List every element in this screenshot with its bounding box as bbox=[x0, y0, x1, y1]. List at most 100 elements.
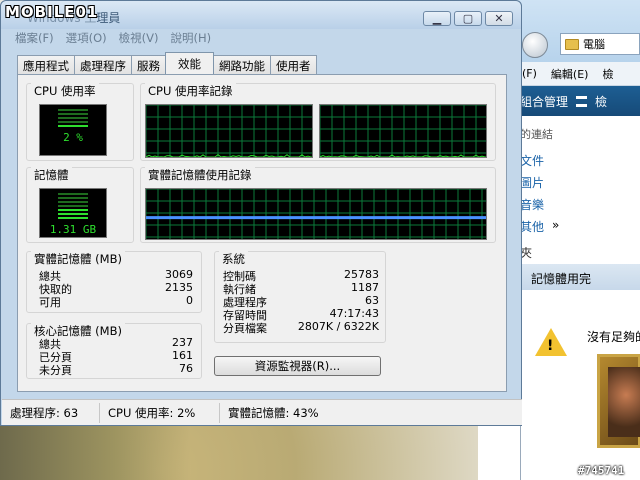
stat-row: 可用 0 bbox=[39, 294, 193, 309]
tab-networking[interactable]: 網路功能 bbox=[213, 55, 271, 74]
meter-segment bbox=[58, 209, 88, 211]
tab-processes[interactable]: 處理程序 bbox=[74, 55, 132, 74]
cpu-usage-label: CPU 使用率 bbox=[31, 83, 99, 99]
stat-value: 47:17:43 bbox=[329, 307, 379, 320]
wallpaper-thumbnail bbox=[597, 354, 640, 448]
more-chevron-icon[interactable]: » bbox=[552, 218, 559, 232]
close-button[interactable]: ✕ bbox=[485, 11, 513, 26]
stat-row: 已分頁 161 bbox=[39, 349, 193, 364]
folder-icon bbox=[565, 38, 579, 50]
tab-services[interactable]: 服務 bbox=[131, 55, 166, 74]
menu-help[interactable]: 說明(H) bbox=[170, 30, 211, 46]
menu-file[interactable]: 檔案(F) bbox=[15, 30, 54, 46]
status-memory: 實體記憶體: 43% bbox=[228, 405, 319, 420]
stat-value: 2807K / 6322K bbox=[297, 320, 379, 333]
memory-value: 1.31 GB bbox=[49, 223, 97, 236]
status-bar: 處理程序: 63 CPU 使用率: 2% 實體記憶體: 43% bbox=[2, 399, 522, 425]
stat-row: 控制碼 25783 bbox=[223, 268, 379, 283]
nav-link-more[interactable]: 其他 bbox=[520, 218, 544, 235]
stat-row: 分頁檔案 2807K / 6322K bbox=[223, 320, 379, 335]
out-of-memory-dialog[interactable]: 記憶體用完 ! 沒有足夠的 bbox=[520, 264, 640, 480]
cpu-history-graph-core1 bbox=[145, 104, 313, 158]
dialog-message: 沒有足夠的 bbox=[587, 330, 640, 344]
system-title: 系統 bbox=[219, 251, 248, 267]
cpu-history-group: CPU 使用率記錄 bbox=[140, 83, 496, 161]
explorer-menu-edit[interactable]: 編輯(E) bbox=[551, 66, 589, 82]
meter-segment bbox=[58, 197, 88, 199]
title-suffix: 理員 bbox=[96, 11, 121, 25]
minimize-icon: ▁ bbox=[432, 12, 442, 25]
back-button[interactable] bbox=[522, 32, 548, 58]
stat-row: 總共 237 bbox=[39, 336, 193, 351]
post-id-watermark: #745741 bbox=[578, 464, 625, 477]
stat-row: 未分頁 76 bbox=[39, 362, 193, 377]
memory-meter-bars bbox=[58, 193, 88, 221]
stat-value: 237 bbox=[172, 336, 193, 349]
thumbnail-image bbox=[608, 367, 640, 437]
menu-options[interactable]: 選項(O) bbox=[66, 30, 107, 46]
stat-label: 可用 bbox=[39, 296, 61, 309]
cpu-history-graph-core2 bbox=[319, 104, 487, 158]
views-label[interactable]: 檢 bbox=[595, 93, 607, 110]
explorer-menu-file[interactable]: (F) bbox=[522, 67, 537, 80]
stat-row: 處理程序 63 bbox=[223, 294, 379, 309]
minimize-button[interactable]: ▁ bbox=[423, 11, 451, 26]
dialog-title: 記憶體用完 bbox=[521, 264, 640, 290]
nav-link-music[interactable]: 音樂 bbox=[520, 196, 544, 213]
stat-value: 2135 bbox=[165, 281, 193, 294]
stat-value: 76 bbox=[179, 362, 193, 375]
mobile01-logo: MOBILE01 bbox=[5, 3, 99, 21]
memory-history-label: 實體記憶體使用記錄 bbox=[145, 167, 255, 183]
address-bar[interactable]: 電腦 bbox=[560, 33, 640, 55]
resource-monitor-button[interactable]: 資源監視器(R)... bbox=[214, 356, 381, 376]
stat-row: 執行緒 1187 bbox=[223, 281, 379, 296]
memory-history-graph bbox=[145, 188, 487, 240]
status-processes: 處理程序: 63 bbox=[2, 402, 100, 423]
cpu-meter-bars bbox=[58, 109, 88, 129]
maximize-button[interactable]: ▢ bbox=[454, 11, 482, 26]
address-text: 電腦 bbox=[583, 38, 605, 51]
meter-segment bbox=[58, 117, 88, 119]
tab-users[interactable]: 使用者 bbox=[270, 55, 317, 74]
meter-segment bbox=[58, 201, 88, 203]
meter-segment bbox=[58, 109, 88, 111]
stat-value: 1187 bbox=[351, 281, 379, 294]
menubar: 檔案(F) 選項(O) 檢視(V) 說明(H) bbox=[7, 29, 519, 47]
stat-row: 存留時間 47:17:43 bbox=[223, 307, 379, 322]
kernel-memory-group: 核心記憶體 (MB) 總共 237 已分頁 161 未分頁 76 bbox=[26, 323, 202, 379]
favorite-links-heading: 的連結 bbox=[520, 128, 553, 141]
close-icon: ✕ bbox=[494, 12, 504, 25]
system-group: 系統 控制碼 25783 執行緒 1187 處理程序 63 存留時間 47:17:43 … bbox=[214, 251, 386, 343]
stat-value: 161 bbox=[172, 349, 193, 362]
status-cpu: CPU 使用率: 2% bbox=[100, 402, 220, 423]
dialog-body: ! 沒有足夠的 bbox=[521, 290, 640, 480]
performance-panel: CPU 使用率 2 % CPU 使用率記錄 記憶體 1.31 GB 實體記憶體使… bbox=[17, 74, 507, 392]
memory-group: 記憶體 1.31 GB bbox=[26, 167, 134, 243]
memory-meter: 1.31 GB bbox=[39, 188, 107, 238]
menu-view[interactable]: 檢視(V) bbox=[119, 30, 159, 46]
maximize-icon: ▢ bbox=[462, 12, 474, 25]
cpu-history-label: CPU 使用率記錄 bbox=[145, 83, 236, 99]
explorer-menu-view[interactable]: 檢 bbox=[602, 66, 613, 82]
task-manager-window[interactable]: Windows 工理員 MOBILE01 ▁ ▢ ✕ 檔案(F) 選項(O) 檢… bbox=[0, 0, 522, 426]
views-icon[interactable] bbox=[576, 95, 588, 107]
meter-segment bbox=[58, 121, 88, 123]
physical-memory-title: 實體記憶體 (MB) bbox=[31, 251, 125, 267]
desktop-wallpaper-detail bbox=[0, 420, 190, 480]
stat-label: 分頁檔案 bbox=[223, 322, 267, 335]
cpu-usage-group: CPU 使用率 2 % bbox=[26, 83, 134, 161]
meter-segment bbox=[58, 125, 88, 127]
stat-label: 未分頁 bbox=[39, 364, 72, 377]
nav-link-documents[interactable]: 文件 bbox=[520, 152, 544, 169]
physical-memory-group: 實體記憶體 (MB) 總共 3069 快取的 2135 可用 0 bbox=[26, 251, 202, 313]
titlebar[interactable]: Windows 工理員 MOBILE01 ▁ ▢ ✕ bbox=[1, 1, 521, 29]
nav-link-pictures[interactable]: 圖片 bbox=[520, 174, 544, 191]
tab-performance[interactable]: 效能 bbox=[165, 52, 214, 74]
cpu-usage-meter: 2 % bbox=[39, 104, 107, 156]
meter-segment bbox=[58, 217, 88, 219]
stat-row: 總共 3069 bbox=[39, 268, 193, 283]
warning-exclamation: ! bbox=[547, 338, 554, 354]
cpu-usage-value: 2 % bbox=[63, 131, 83, 144]
organize-button[interactable]: 組合管理 bbox=[520, 93, 568, 110]
tab-applications[interactable]: 應用程式 bbox=[17, 55, 75, 74]
